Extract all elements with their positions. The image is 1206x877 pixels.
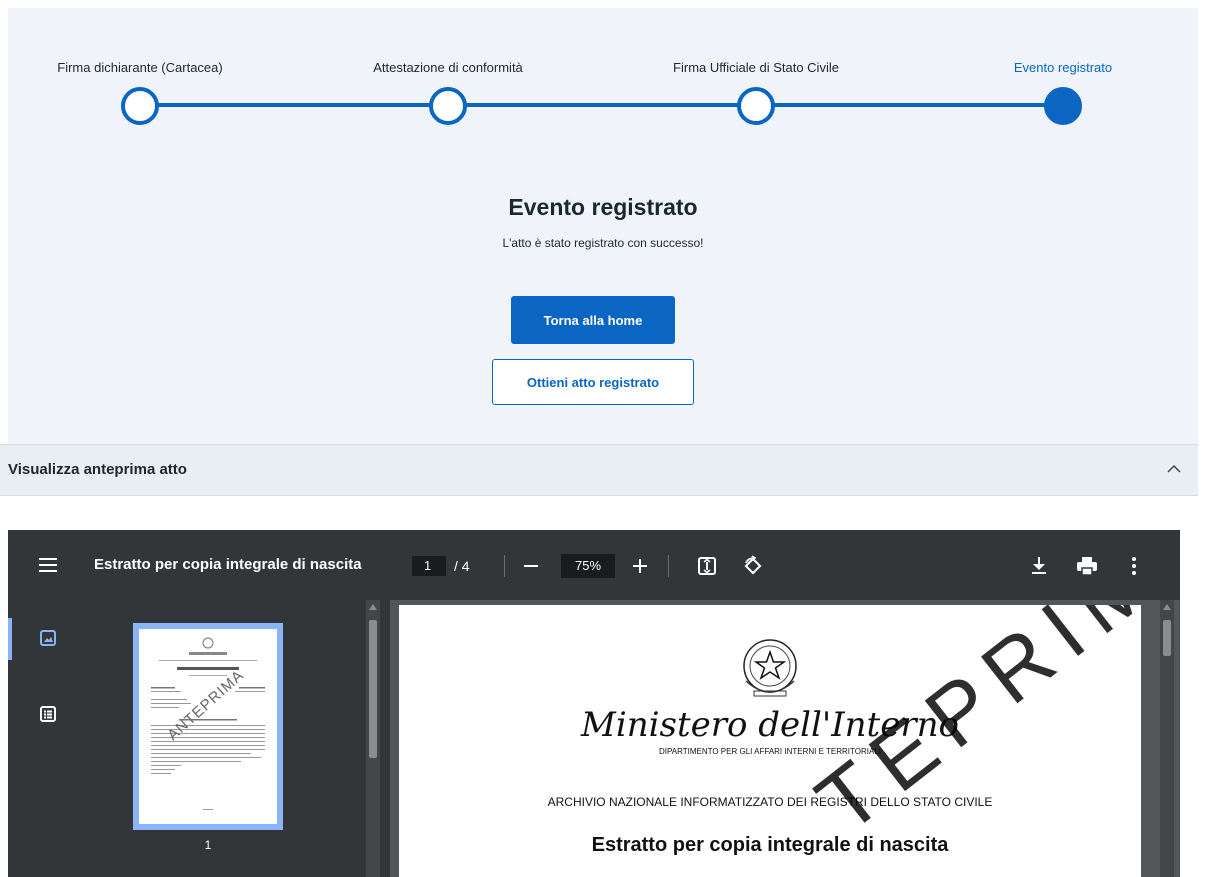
emblem-icon xyxy=(743,639,797,697)
toolbar-divider xyxy=(668,555,669,577)
page: Firma dichiarante (Cartacea) Attestazion… xyxy=(0,0,1206,877)
thumbnail-page: ANTEPRIMA xyxy=(139,629,277,824)
pdf-document-title: Estratto per copia integrale di nascita xyxy=(94,556,362,573)
document-outline-icon[interactable] xyxy=(39,705,57,723)
pdf-page: Ministero dell'Interno DIPARTIMENTO PER … xyxy=(399,605,1141,877)
thumbnail-content: ANTEPRIMA xyxy=(151,637,265,810)
sidebar-scrollbar[interactable] xyxy=(366,600,380,877)
pdf-sidebar: ANTEPRIMA 1 xyxy=(8,600,390,877)
menu-icon[interactable] xyxy=(38,556,58,574)
page-number-input[interactable]: 1 xyxy=(412,556,446,576)
step-circle-completed xyxy=(737,87,775,125)
zoom-in-icon[interactable] xyxy=(632,558,648,574)
step-label: Firma dichiarante (Cartacea) xyxy=(57,60,223,75)
page-thumbnail[interactable]: ANTEPRIMA xyxy=(133,623,283,830)
thumbnail-watermark: ANTEPRIMA xyxy=(164,667,247,744)
pdf-viewer: Estratto per copia integrale di nascita … xyxy=(8,530,1180,877)
result-title: Evento registrato xyxy=(508,194,698,220)
toolbar-divider xyxy=(504,555,505,577)
step-circle-completed xyxy=(121,87,159,125)
extract-title: Estratto per copia integrale di nascita xyxy=(591,834,949,856)
back-home-button[interactable]: Torna alla home xyxy=(511,296,675,344)
thumbnail-page-number: 1 xyxy=(204,838,212,852)
scroll-up-arrow-icon[interactable] xyxy=(369,604,377,610)
step-circle-completed xyxy=(429,87,467,125)
rotate-icon[interactable] xyxy=(742,555,764,577)
sidebar-scroll-thumb[interactable] xyxy=(369,620,377,758)
zoom-out-icon[interactable] xyxy=(523,558,539,574)
pdf-toolbar: Estratto per copia integrale di nascita … xyxy=(8,530,1180,600)
stepper-line xyxy=(133,103,1063,107)
step-label: Attestazione di conformità xyxy=(373,60,523,75)
archive-name: ARCHIVIO NAZIONALE INFORMATIZZATO DEI RE… xyxy=(547,795,993,809)
get-registered-act-button[interactable]: Ottieni atto registrato xyxy=(492,359,694,405)
step-label: Firma Ufficiale di Stato Civile xyxy=(673,60,839,75)
accordion-label: Visualizza anteprima atto xyxy=(8,461,187,478)
download-icon[interactable] xyxy=(1030,556,1048,576)
result-subtitle: L'atto è stato registrato con successo! xyxy=(502,236,704,250)
page-total: / 4 xyxy=(454,558,470,574)
department-name: DIPARTIMENTO PER GLI AFFARI INTERNI E TE… xyxy=(659,747,881,756)
active-indicator xyxy=(8,618,12,660)
document-scrollbar[interactable] xyxy=(1160,600,1174,877)
progress-stepper: Firma dichiarante (Cartacea) Attestazion… xyxy=(8,8,1198,148)
more-options-icon[interactable] xyxy=(1130,556,1138,576)
zoom-level-input[interactable]: 75% xyxy=(561,554,615,578)
step-circle-active xyxy=(1044,87,1082,125)
document-scroll-thumb[interactable] xyxy=(1163,620,1171,656)
fit-page-icon[interactable] xyxy=(697,556,717,576)
thumbnails-icon[interactable] xyxy=(39,629,57,647)
preview-accordion-header[interactable]: Visualizza anteprima atto xyxy=(0,444,1198,496)
print-icon[interactable] xyxy=(1076,556,1098,576)
step-label-active: Evento registrato xyxy=(1013,60,1113,75)
scroll-up-arrow-icon[interactable] xyxy=(1163,604,1171,610)
registration-result-area: Firma dichiarante (Cartacea) Attestazion… xyxy=(8,8,1198,444)
chevron-up-icon[interactable] xyxy=(1164,459,1184,479)
